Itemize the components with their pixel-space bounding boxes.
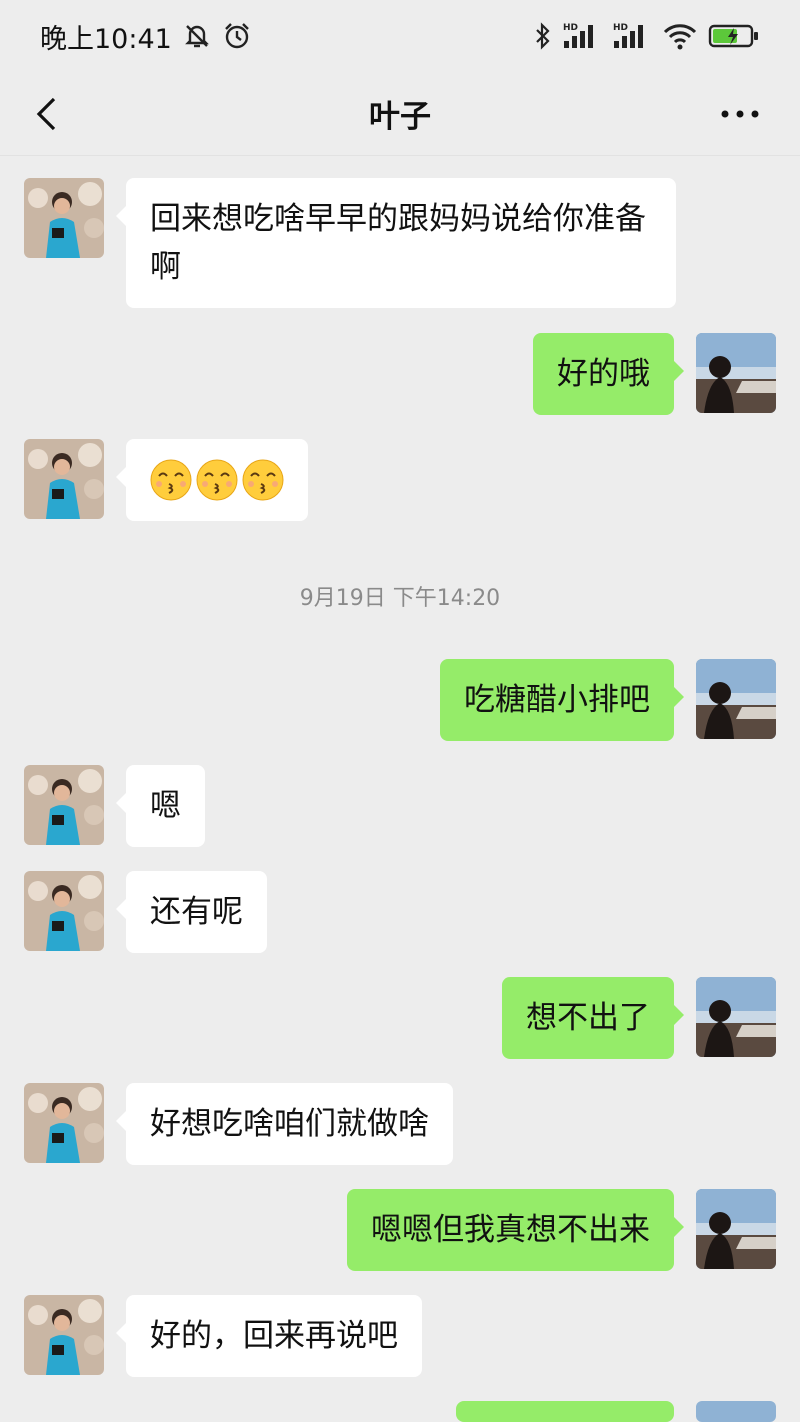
message-bubble-outgoing-partial[interactable] (456, 1401, 674, 1422)
contact-avatar[interactable] (24, 178, 104, 258)
message-bubble-incoming[interactable] (116, 439, 308, 521)
back-button[interactable] (26, 90, 66, 138)
status-bar: 晚上10:41 HD HD (0, 0, 800, 72)
emoji-row (150, 456, 284, 504)
more-dots-icon (721, 110, 759, 118)
status-right: HD HD (534, 21, 760, 51)
message-text: 好想吃啥咱们就做啥 (150, 1106, 429, 1142)
status-time: 晚上10:41 (40, 23, 172, 55)
contact-avatar[interactable] (24, 765, 104, 845)
kissing-face-smiling-eyes-icon (196, 459, 238, 501)
battery-charging-icon (708, 21, 760, 51)
more-options-button[interactable] (716, 90, 764, 138)
message-bubble-outgoing[interactable]: 嗯嗯但我真想不出来 (347, 1189, 684, 1271)
message-text: 吃糖醋小排吧 (464, 682, 650, 718)
message-text: 好的，回来再说吧 (150, 1318, 398, 1354)
message-bubble-incoming[interactable]: 还有呢 (116, 871, 267, 953)
my-avatar[interactable] (696, 659, 776, 739)
message-text: 回来想吃啥早早的跟妈妈说给你准备啊 (150, 201, 646, 285)
contact-avatar[interactable] (24, 1083, 104, 1163)
signal-1-label: HD (563, 23, 578, 33)
message-bubble-outgoing[interactable]: 好的哦 (533, 333, 684, 415)
message-bubble-incoming[interactable]: 好的，回来再说吧 (116, 1295, 422, 1377)
my-avatar[interactable] (696, 333, 776, 413)
contact-avatar[interactable] (24, 871, 104, 951)
message-text: 好的哦 (557, 356, 650, 392)
cellular-signal-icon-2: HD (612, 21, 652, 51)
kissing-face-smiling-eyes-icon (150, 459, 192, 501)
contact-avatar[interactable] (24, 1295, 104, 1375)
message-text: 想不出了 (526, 1000, 650, 1036)
signal-2-label: HD (613, 23, 628, 33)
message-text: 还有呢 (150, 894, 243, 930)
kissing-face-smiling-eyes-icon (242, 459, 284, 501)
message-bubble-outgoing[interactable]: 吃糖醋小排吧 (440, 659, 684, 741)
chevron-left-icon (36, 97, 56, 131)
message-bubble-outgoing[interactable]: 想不出了 (502, 977, 684, 1059)
wifi-icon (662, 21, 698, 51)
contact-avatar[interactable] (24, 439, 104, 519)
status-left: 晚上10:41 (40, 17, 252, 56)
chat-header: 叶子 (0, 72, 800, 156)
alarm-clock-icon (222, 21, 252, 51)
message-text: 嗯 (150, 788, 181, 824)
message-bubble-incoming[interactable]: 回来想吃啥早早的跟妈妈说给你准备啊 (116, 178, 676, 308)
message-text: 嗯嗯但我真想不出来 (371, 1212, 650, 1248)
message-timestamp: 9月19日 下午14:20 (299, 586, 501, 611)
bluetooth-icon (534, 21, 552, 51)
cellular-signal-icon-1: HD (562, 21, 602, 51)
my-avatar[interactable] (696, 977, 776, 1057)
chat-title: 叶子 (369, 99, 431, 135)
message-bubble-incoming[interactable]: 嗯 (116, 765, 205, 847)
message-bubble-incoming[interactable]: 好想吃啥咱们就做啥 (116, 1083, 453, 1165)
my-avatar[interactable] (696, 1401, 776, 1422)
muted-notification-icon (182, 21, 212, 51)
my-avatar[interactable] (696, 1189, 776, 1269)
